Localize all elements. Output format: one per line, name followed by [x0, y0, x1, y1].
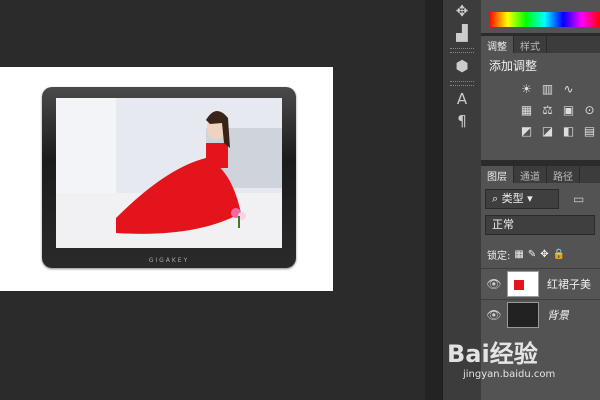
gradient-map-icon[interactable]: ▤	[580, 123, 599, 139]
tab-styles[interactable]: 样式	[514, 36, 547, 53]
photo-screen	[56, 98, 282, 248]
lock-row: 锁定: ▦ ✎ ✥ 🔒	[481, 241, 600, 268]
vibrance-icon[interactable]: ▦	[517, 102, 536, 118]
watermark-url: jingyan.baidu.com	[463, 369, 556, 380]
layer-row-red-dress[interactable]: 👁 红裙子美	[481, 268, 600, 299]
balance-icon[interactable]: ⚖	[538, 102, 557, 118]
layer-name[interactable]: 背景	[547, 307, 569, 323]
lock-transparent-icon[interactable]: ▦	[514, 249, 523, 260]
layer-thumbnail	[507, 271, 539, 297]
layer-filter-select[interactable]: ⌕ 类型 ▾	[485, 189, 559, 209]
paragraph-icon[interactable]: ¶	[443, 110, 481, 132]
lock-label: 锁定:	[487, 251, 511, 262]
shapes-icon[interactable]: ▟	[443, 22, 481, 44]
watermark-brand: Bai经验	[447, 340, 538, 368]
canvas-area[interactable]: GIGAKEY	[0, 0, 425, 400]
panel-divider	[425, 0, 442, 400]
posterize-icon[interactable]: ◪	[538, 123, 557, 139]
blend-mode-value: 正常	[492, 218, 514, 231]
layer-row-background[interactable]: 👁 背景	[481, 299, 600, 330]
photo-filter-icon[interactable]: ▣	[559, 102, 578, 118]
lock-brush-icon[interactable]: ✎	[528, 249, 536, 260]
tab-paths[interactable]: 路径	[547, 166, 580, 183]
move-icon[interactable]: ✥	[443, 0, 481, 22]
tab-adjustments[interactable]: 调整	[481, 36, 514, 53]
cube-icon[interactable]: ⬢	[443, 55, 481, 77]
layer-thumbnail	[507, 302, 539, 328]
blend-mode-select[interactable]: 正常	[485, 215, 595, 235]
invert-icon[interactable]: ◩	[517, 123, 536, 139]
panel-grip[interactable]	[450, 81, 474, 86]
chevron-down-icon: ▾	[527, 192, 533, 205]
search-icon: ⌕	[492, 192, 499, 205]
tablet-brand-text: GIGAKEY	[148, 257, 190, 264]
text-tool-icon[interactable]: A	[443, 88, 481, 110]
tab-layers[interactable]: 图层	[481, 166, 514, 183]
baidu-jingyan-watermark: Bai经验 jingyan.baidu.com	[447, 334, 600, 394]
adjustments-panel: 调整 样式 添加调整 ☀ ▥ ∿ ▦ ⚖ ▣ ⊙ ◩ ◪ ◧ ▤	[481, 36, 600, 160]
visibility-eye-icon[interactable]: 👁	[481, 308, 507, 322]
layer-filter-label: 类型	[501, 192, 524, 205]
add-adjustment-label: 添加调整	[489, 59, 538, 73]
lock-all-icon[interactable]: 🔒	[553, 249, 565, 260]
lock-move-icon[interactable]: ✥	[540, 249, 548, 260]
document-canvas[interactable]: GIGAKEY	[0, 67, 333, 291]
tablet-frame-image: GIGAKEY	[42, 87, 296, 268]
visibility-eye-icon[interactable]: 👁	[481, 277, 507, 291]
channel-mixer-icon[interactable]: ⊙	[580, 102, 599, 118]
image-filter-icon[interactable]: ▭	[573, 192, 584, 206]
tab-channels[interactable]: 通道	[514, 166, 547, 183]
brightness-icon[interactable]: ☀	[517, 81, 536, 97]
layer-name[interactable]: 红裙子美	[547, 276, 591, 292]
color-panel	[481, 0, 600, 33]
panel-grip[interactable]	[450, 48, 474, 53]
levels-icon[interactable]: ▥	[538, 81, 557, 97]
threshold-icon[interactable]: ◧	[559, 123, 578, 139]
curves-icon[interactable]: ∿	[559, 81, 578, 97]
woman-in-red-dress-photo	[56, 98, 282, 248]
color-spectrum-bar[interactable]	[489, 12, 600, 27]
